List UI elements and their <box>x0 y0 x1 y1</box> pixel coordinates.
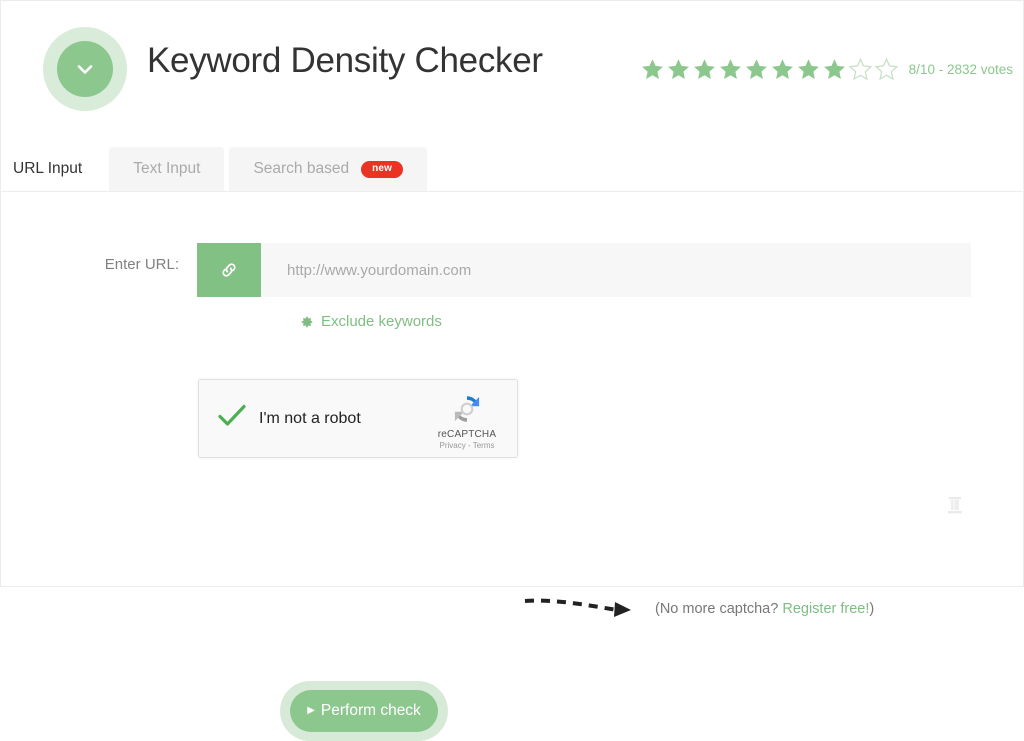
recaptcha-brand: reCAPTCHA Privacy - Terms <box>425 392 509 450</box>
star-empty-icon <box>874 57 899 81</box>
recaptcha-legal-text: Privacy - Terms <box>439 440 495 450</box>
tab-search-based[interactable]: Search based new <box>229 147 428 191</box>
page-root: Keyword Density Checker 8/10 - 2832 vote… <box>0 0 1024 741</box>
captcha-note: (No more captcha? Register free!) <box>655 601 874 617</box>
perform-check-label: Perform check <box>320 702 421 719</box>
captcha-note-prefix: (No more captcha? <box>655 601 783 617</box>
tab-text-input[interactable]: Text Input <box>109 147 225 191</box>
app-logo <box>43 27 127 111</box>
star-filled-icon <box>667 59 689 79</box>
url-input-group <box>197 243 971 297</box>
star-empty-icon <box>848 57 873 81</box>
recaptcha-widget[interactable]: I'm not a robot reCAPTCHA Privacy - Term… <box>198 379 518 458</box>
star-filled-icon <box>719 59 741 79</box>
recaptcha-logo-icon <box>454 395 480 422</box>
perform-check-halo: ▶ Perform check <box>280 681 448 741</box>
star-filled-icon <box>693 59 715 79</box>
tab-label: Search based <box>253 160 350 177</box>
page-title: Keyword Density Checker <box>147 41 543 80</box>
tab-label: Text Input <box>133 160 201 177</box>
star-filled-icon <box>745 59 767 79</box>
star-filled-icon <box>823 59 845 79</box>
tab-bar: URL Input Text Input Search based new <box>1 147 1024 191</box>
chevron-down-icon <box>57 41 113 97</box>
star-rating <box>640 57 900 81</box>
url-input-form: Enter URL: Exclude keywords <box>1 191 1024 741</box>
url-field-label: Enter URL: <box>104 256 179 273</box>
info-marker-icon <box>948 497 962 514</box>
tab-url-input[interactable]: URL Input <box>1 147 105 191</box>
perform-check-button[interactable]: ▶ Perform check <box>290 690 438 732</box>
register-free-link[interactable]: Register free! <box>782 601 869 617</box>
rating-widget: 8/10 - 2832 votes <box>640 55 1013 83</box>
dashed-arrow-icon <box>521 587 641 632</box>
new-badge: new <box>361 160 404 178</box>
gear-icon <box>301 316 313 327</box>
page-header: Keyword Density Checker 8/10 - 2832 vote… <box>1 1 1024 139</box>
url-field-row: Enter URL: <box>1 243 1024 297</box>
recaptcha-brand-name: reCAPTCHA <box>437 428 497 440</box>
exclude-keywords-link[interactable]: Exclude keywords <box>300 313 442 330</box>
exclude-keywords-label: Exclude keywords <box>321 313 442 330</box>
tab-label: URL Input <box>13 160 83 177</box>
link-icon[interactable] <box>197 243 261 297</box>
recaptcha-label: I'm not a robot <box>259 409 361 427</box>
captcha-note-suffix: ) <box>869 601 875 617</box>
star-filled-icon <box>797 59 819 79</box>
rating-score-text: 8/10 - 2832 votes <box>908 61 1013 77</box>
url-input[interactable] <box>261 243 971 297</box>
star-filled-icon <box>641 59 663 79</box>
star-filled-icon <box>771 59 793 79</box>
checkmark-icon[interactable] <box>217 403 247 434</box>
play-caret-icon: ▶ <box>307 705 315 716</box>
